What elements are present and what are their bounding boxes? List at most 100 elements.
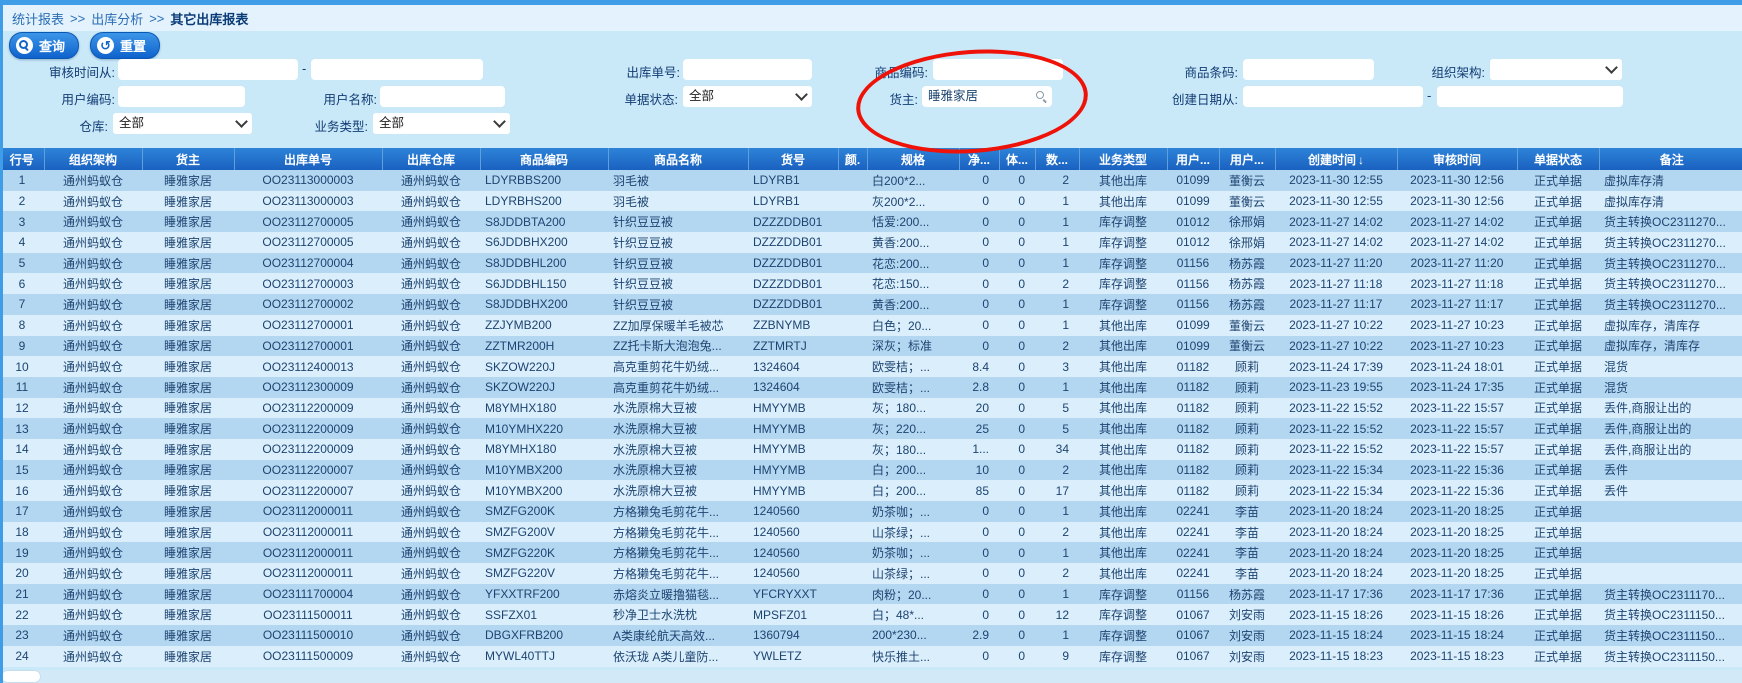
table-row[interactable]: 16通州蚂蚁仓睡雅家居OO23112200007通州蚂蚁仓M10YMBX200水… [0,480,1742,501]
column-header[interactable]: 商品编码 [480,148,608,170]
table-row[interactable]: 5通州蚂蚁仓睡雅家居OO23112700004通州蚂蚁仓S8JDDBHL200针… [0,253,1742,274]
outbound-no-input[interactable] [683,59,812,80]
column-header[interactable]: 审核时间 [1397,148,1517,170]
table-row[interactable]: 14通州蚂蚁仓睡雅家居OO23112200009通州蚂蚁仓M8YMHX180水洗… [0,439,1742,460]
cell: 其他出库 [1079,191,1167,212]
column-header[interactable]: 规格 [867,148,959,170]
cell: 13 [0,418,44,439]
table-row[interactable]: 22通州蚂蚁仓睡雅家居OO23111500011通州蚂蚁仓SSFZX01秒净卫士… [0,604,1742,625]
column-header[interactable]: 组织架构 [44,148,142,170]
cell: 2023-11-27 11:17 [1397,294,1517,315]
cell: 针织豆豆被 [608,253,748,274]
cell: 2023-11-22 15:52 [1275,439,1397,460]
column-header[interactable]: 出库仓库 [382,148,480,170]
table-row[interactable]: 24通州蚂蚁仓睡雅家居OO23111500009通州蚂蚁仓MYWL40TTJ依沃… [0,646,1742,667]
biz-type-select[interactable]: 全部 [373,113,510,134]
cell: 0 [959,170,999,191]
column-header[interactable]: 净... [959,148,999,170]
table-row[interactable]: 3通州蚂蚁仓睡雅家居OO23112700005通州蚂蚁仓S8JDDBTA200针… [0,211,1742,232]
table-row[interactable]: 7通州蚂蚁仓睡雅家居OO23112700002通州蚂蚁仓S8JDDBHX200针… [0,294,1742,315]
warehouse-select[interactable]: 全部 [113,113,252,134]
query-button[interactable]: 查询 [9,32,79,59]
cell: 通州蚂蚁仓 [382,294,480,315]
table-row[interactable]: 13通州蚂蚁仓睡雅家居OO23112200009通州蚂蚁仓M10YMHX220水… [0,418,1742,439]
column-header[interactable]: 数... [1035,148,1079,170]
cell: 01156 [1167,273,1219,294]
create-date-from-input[interactable] [1243,86,1423,107]
outbound-no-label: 出库单号: [560,62,680,81]
reset-button[interactable]: ↺ 重置 [90,32,160,59]
column-header[interactable]: 用户... [1167,148,1219,170]
table-row[interactable]: 1通州蚂蚁仓睡雅家居OO23113000003通州蚂蚁仓LDYRBBS200羽毛… [0,170,1742,191]
table-row[interactable]: 9通州蚂蚁仓睡雅家居OO23112700001通州蚂蚁仓ZZTMR200HZZ托… [0,336,1742,357]
audit-time-from-input[interactable] [118,59,298,80]
column-header[interactable]: 货号 [748,148,838,170]
create-date-to-input[interactable] [1437,86,1623,107]
cell: 22 [0,604,44,625]
user-name-input[interactable] [380,86,505,107]
cell: 02241 [1167,542,1219,563]
table-row[interactable]: 23通州蚂蚁仓睡雅家居OO23111500010通州蚂蚁仓DBGXFRB200A… [0,625,1742,646]
column-header[interactable]: 颜. [838,148,867,170]
scrollbar-thumb[interactable] [2,671,40,682]
table-row[interactable]: 20通州蚂蚁仓睡雅家居OO23112000011通州蚂蚁仓SMZFG220V方格… [0,563,1742,584]
cell: 2023-11-22 15:57 [1397,439,1517,460]
breadcrumb-item[interactable]: 出库分析 [91,9,143,28]
column-header[interactable]: 出库单号 [234,148,382,170]
user-code-input[interactable] [118,86,245,107]
cell: OO23112000011 [234,542,382,563]
table-row[interactable]: 17通州蚂蚁仓睡雅家居OO23112000011通州蚂蚁仓SMZFG200K方格… [0,501,1742,522]
table-row[interactable]: 15通州蚂蚁仓睡雅家居OO23112200007通州蚂蚁仓M10YMBX200水… [0,460,1742,481]
column-header[interactable]: 商品名称 [608,148,748,170]
column-header[interactable]: 行号 [0,148,44,170]
breadcrumb-current: 其它出库报表 [170,9,248,28]
column-header[interactable]: 单据状态 [1517,148,1599,170]
cell: 2023-11-24 17:39 [1275,356,1397,377]
cell: 20 [959,398,999,419]
cell: 通州蚂蚁仓 [382,170,480,191]
cell: 虚拟库存清 [1599,170,1742,191]
cell: 水洗原棉大豆被 [608,418,748,439]
cell: 通州蚂蚁仓 [44,563,142,584]
table-row[interactable]: 19通州蚂蚁仓睡雅家居OO23112000011通州蚂蚁仓SMZFG220K方格… [0,542,1742,563]
breadcrumb-item[interactable]: 统计报表 [12,9,64,28]
cell: 睡雅家居 [142,315,234,336]
cell: 正式单据 [1517,646,1599,667]
table-row[interactable]: 11通州蚂蚁仓睡雅家居OO23112300009通州蚂蚁仓SKZOW220J高克… [0,377,1742,398]
table-row[interactable]: 10通州蚂蚁仓睡雅家居OO23112400013通州蚂蚁仓SKZOW220J高克… [0,356,1742,377]
table-row[interactable]: 18通州蚂蚁仓睡雅家居OO23112000011通州蚂蚁仓SMZFG200V方格… [0,522,1742,543]
table-row[interactable]: 21通州蚂蚁仓睡雅家居OO23111700004通州蚂蚁仓YFXXTRF200赤… [0,584,1742,605]
product-code-input[interactable] [933,59,1063,80]
column-header[interactable]: 创建时间↓ [1275,148,1397,170]
cell: 虚拟库存清 [1599,191,1742,212]
column-header[interactable]: 体... [999,148,1035,170]
column-header[interactable]: 货主 [142,148,234,170]
column-header[interactable]: 业务类型 [1079,148,1167,170]
table-row[interactable]: 4通州蚂蚁仓睡雅家居OO23112700005通州蚂蚁仓S6JDDBHX200针… [0,232,1742,253]
cell: 2023-11-20 18:24 [1275,542,1397,563]
product-barcode-input[interactable] [1243,59,1374,80]
cell: 通州蚂蚁仓 [382,542,480,563]
cell [838,522,867,543]
cell: 通州蚂蚁仓 [382,604,480,625]
org-select[interactable] [1490,59,1622,80]
horizontal-scrollbar[interactable] [0,670,1742,683]
table-row[interactable]: 2通州蚂蚁仓睡雅家居OO23113000003通州蚂蚁仓LDYRBHS200羽毛… [0,191,1742,212]
table-row[interactable]: 6通州蚂蚁仓睡雅家居OO23112700003通州蚂蚁仓S6JDDBHL150针… [0,273,1742,294]
table-row[interactable]: 8通州蚂蚁仓睡雅家居OO23112700001通州蚂蚁仓ZZJYMB200ZZ加… [0,315,1742,336]
range-separator: - [1427,88,1431,103]
owner-lookup-icon[interactable] [1035,90,1047,102]
cell: HMYYMB [748,460,838,481]
cell: 正式单据 [1517,294,1599,315]
doc-status-select[interactable]: 全部 [683,86,812,107]
owner-input[interactable]: 睡雅家居 [922,86,1052,107]
audit-time-to-input[interactable] [311,59,483,80]
column-header[interactable]: 用户... [1219,148,1275,170]
cell: 通州蚂蚁仓 [44,377,142,398]
cell [838,501,867,522]
cell: 货主转换OC2311270... [1599,294,1742,315]
table-row[interactable]: 12通州蚂蚁仓睡雅家居OO23112200009通州蚂蚁仓M8YMHX180水洗… [0,398,1742,419]
cell: 灰200*2... [867,191,959,212]
cell: 3 [1035,356,1079,377]
column-header[interactable]: 备注 [1599,148,1742,170]
